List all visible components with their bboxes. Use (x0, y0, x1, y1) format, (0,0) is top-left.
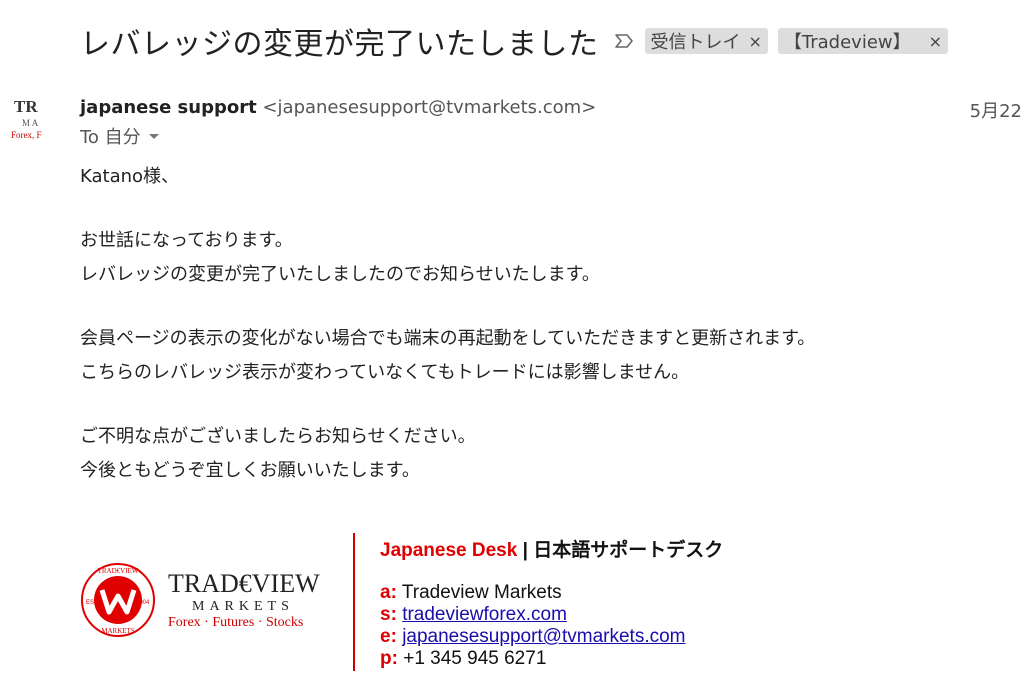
avatar-logo-icon: TR M A Forex, F (11, 97, 42, 140)
sender-email: <japanesesupport@tvmarkets.com> (262, 97, 597, 118)
chevron-down-icon[interactable] (148, 133, 159, 139)
signature-key: p: (380, 648, 398, 669)
tradeview-logo: TRAD€VIEW MARKETS EST. 2004 TRAD€VIEW MA… (81, 563, 320, 637)
body-line: お世話になっております。 (80, 230, 293, 251)
body-line: 会員ページの表示の変化がない場合でも端末の再起動をしていただきますと更新されます… (80, 328, 816, 349)
logo-year: 2004 (136, 600, 150, 606)
label-remove-icon[interactable]: × (929, 32, 942, 51)
logo-ring-bottom: MARKETS (101, 627, 135, 635)
label-chip-text: 受信トレイ (650, 32, 741, 53)
signature-email-row: e: japanesesupport@tvmarkets.com (380, 626, 723, 648)
sender-line: japanese support <japanesesupport@tvmark… (80, 97, 596, 118)
signature-title-rest: | 日本語サポートデスク (517, 540, 724, 561)
signature-divider (353, 533, 355, 671)
logo-brand-top: TRAD€VIEW (168, 569, 320, 598)
label-chip-inbox[interactable]: 受信トレイ × (644, 28, 768, 54)
body-line: ご不明な点がございましたらお知らせください。 (80, 426, 476, 447)
body-line: 今後ともどうぞ宜しくお願いいたします。 (80, 460, 420, 481)
signature-site-row: s: tradeviewforex.com (380, 604, 723, 626)
email-body: Katano様、 お世話になっております。 レバレッジの変更が完了いたしましたの… (80, 160, 815, 488)
website-link[interactable]: tradeviewforex.com (402, 604, 567, 625)
label-remove-icon[interactable]: × (749, 32, 762, 51)
signature-address-row: a: Tradeview Markets (380, 582, 723, 604)
body-line: レバレッジの変更が完了いたしましたのでお知らせいたします。 (80, 264, 600, 285)
recipient-line[interactable]: To 自分 (80, 123, 159, 149)
avatar-line1: TR (14, 97, 38, 116)
signature-key: s: (380, 604, 397, 625)
sender-avatar[interactable]: TR M A Forex, F (8, 96, 60, 148)
label-chip-text: 【Tradeview】 (783, 32, 911, 53)
email-subject: レバレッジの変更が完了いたしました (80, 27, 599, 62)
signature-key: a: (380, 582, 397, 603)
avatar-line2: M A (22, 118, 39, 128)
email-link[interactable]: japanesesupport@tvmarkets.com (402, 626, 685, 647)
email-header: レバレッジの変更が完了いたしました 受信トレイ × 【Tradeview】 × (80, 18, 949, 64)
importance-marker-icon[interactable] (613, 30, 635, 52)
signature-key: e: (380, 626, 397, 647)
signature-value: Tradeview Markets (401, 582, 562, 603)
recipient-text: To 自分 (80, 127, 141, 148)
signature-title: Japanese Desk | 日本語サポートデスク (380, 535, 723, 562)
signature-phone-row: p: +1 345 945 6271 (380, 648, 723, 670)
body-line: こちらのレバレッジ表示が変わっていなくてもトレードには影響しません。 (80, 362, 690, 383)
body-greeting: Katano様、 (80, 166, 180, 187)
signature-value: +1 345 945 6271 (403, 648, 547, 669)
logo-ring-top: TRAD€VIEW (98, 567, 139, 575)
email-date: 5月22 (969, 101, 1022, 122)
signature-title-red: Japanese Desk (380, 540, 518, 561)
signature-block: Japanese Desk | 日本語サポートデスク a: Tradeview … (380, 535, 723, 670)
sender-name[interactable]: japanese support (80, 97, 257, 118)
logo-est: EST. (86, 600, 99, 606)
logo-brand-bottom: Forex · Futures · Stocks (168, 615, 303, 630)
logo-brand-mid: MARKETS (192, 599, 294, 614)
avatar-line3: Forex, F (11, 130, 42, 140)
label-chip-tradeview[interactable]: 【Tradeview】 × (777, 28, 949, 54)
